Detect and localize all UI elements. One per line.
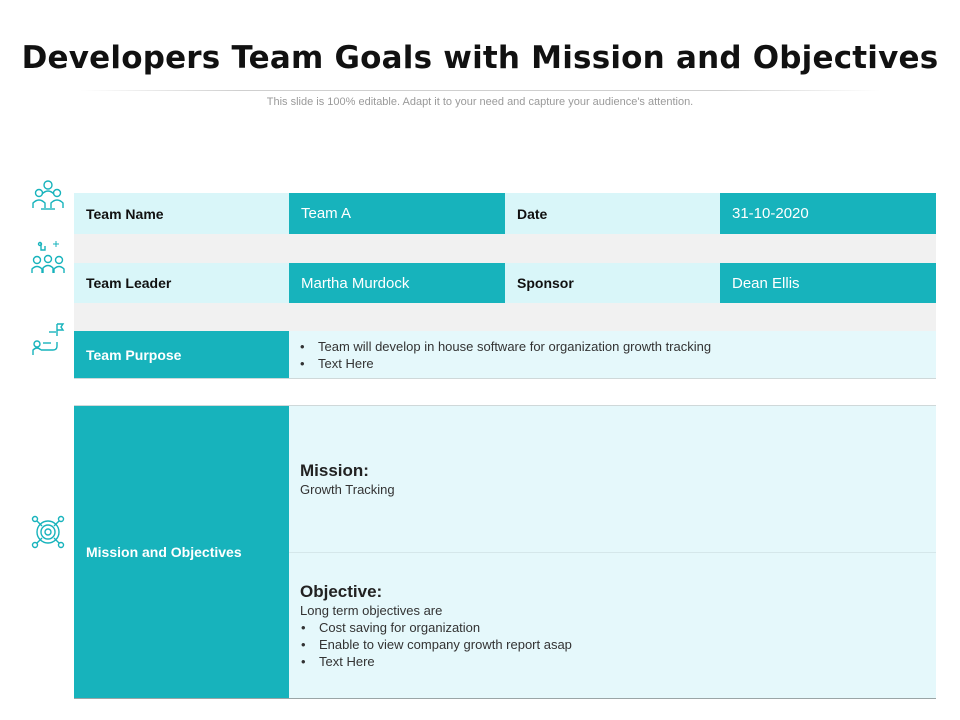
team-name-value-cell: Team A bbox=[289, 193, 505, 234]
team-purpose-label-cell: Team Purpose bbox=[74, 331, 289, 378]
team-leader-label-cell: Team Leader bbox=[74, 263, 289, 303]
sponsor-value: Dean Ellis bbox=[732, 274, 800, 292]
page-title: Developers Team Goals with Mission and O… bbox=[21, 40, 939, 76]
team-purpose-content-cell: Team will develop in house software for … bbox=[289, 331, 936, 378]
team-leader-label: Team Leader bbox=[86, 275, 172, 291]
date-label: Date bbox=[517, 205, 548, 222]
divider bbox=[74, 378, 936, 379]
list-item: Cost saving for organization bbox=[300, 619, 572, 636]
team-leader-value-cell: Martha Murdock bbox=[289, 263, 505, 303]
page-subtitle: This slide is 100% editable. Adapt it to… bbox=[266, 96, 694, 108]
list-item: Enable to view company growth report asa… bbox=[300, 636, 572, 653]
team-name-label: Team Name bbox=[86, 205, 164, 222]
mission-text: Growth Tracking bbox=[300, 481, 395, 497]
mission-objectives-label-cell: Mission and Objectives bbox=[74, 406, 289, 698]
mission-block: Mission: Growth Tracking bbox=[300, 461, 395, 498]
team-icon bbox=[31, 178, 65, 212]
list-item: Text Here bbox=[300, 653, 572, 670]
spacer-row bbox=[74, 303, 936, 331]
mission-heading: Mission: bbox=[300, 460, 369, 480]
title-divider bbox=[80, 90, 880, 91]
date-value: 31-10-2020 bbox=[732, 205, 809, 222]
sponsor-label-cell: Sponsor bbox=[505, 263, 720, 303]
mission-cell: Mission: Growth Tracking bbox=[289, 406, 936, 552]
team-leader-icon bbox=[31, 240, 65, 274]
objective-cell: Objective: Long term objectives are Cost… bbox=[289, 553, 936, 698]
sponsor-value-cell: Dean Ellis bbox=[720, 263, 936, 303]
objective-list: Cost saving for organization Enable to v… bbox=[300, 619, 572, 670]
objective-intro: Long term objectives are bbox=[300, 602, 443, 618]
team-name-label-cell: Team Name bbox=[74, 193, 289, 234]
sponsor-label: Sponsor bbox=[517, 275, 574, 291]
date-value-cell: 31-10-2020 bbox=[720, 193, 936, 234]
list-item: Team will develop in house software for … bbox=[299, 338, 711, 355]
spacer-row bbox=[74, 234, 936, 263]
divider bbox=[74, 698, 936, 699]
team-purpose-icon bbox=[31, 322, 65, 356]
date-label-cell: Date bbox=[505, 193, 720, 234]
target-icon bbox=[31, 515, 65, 549]
objective-heading: Objective: bbox=[300, 581, 383, 601]
team-purpose-label: Team Purpose bbox=[86, 346, 182, 363]
team-leader-value: Martha Murdock bbox=[301, 274, 410, 292]
objective-block: Objective: Long term objectives are Cost… bbox=[300, 582, 572, 670]
list-item: Text Here bbox=[299, 355, 711, 372]
team-purpose-list: Team will develop in house software for … bbox=[299, 338, 711, 372]
team-name-value: Team A bbox=[301, 205, 352, 222]
mission-objectives-label: Mission and Objectives bbox=[86, 544, 242, 560]
